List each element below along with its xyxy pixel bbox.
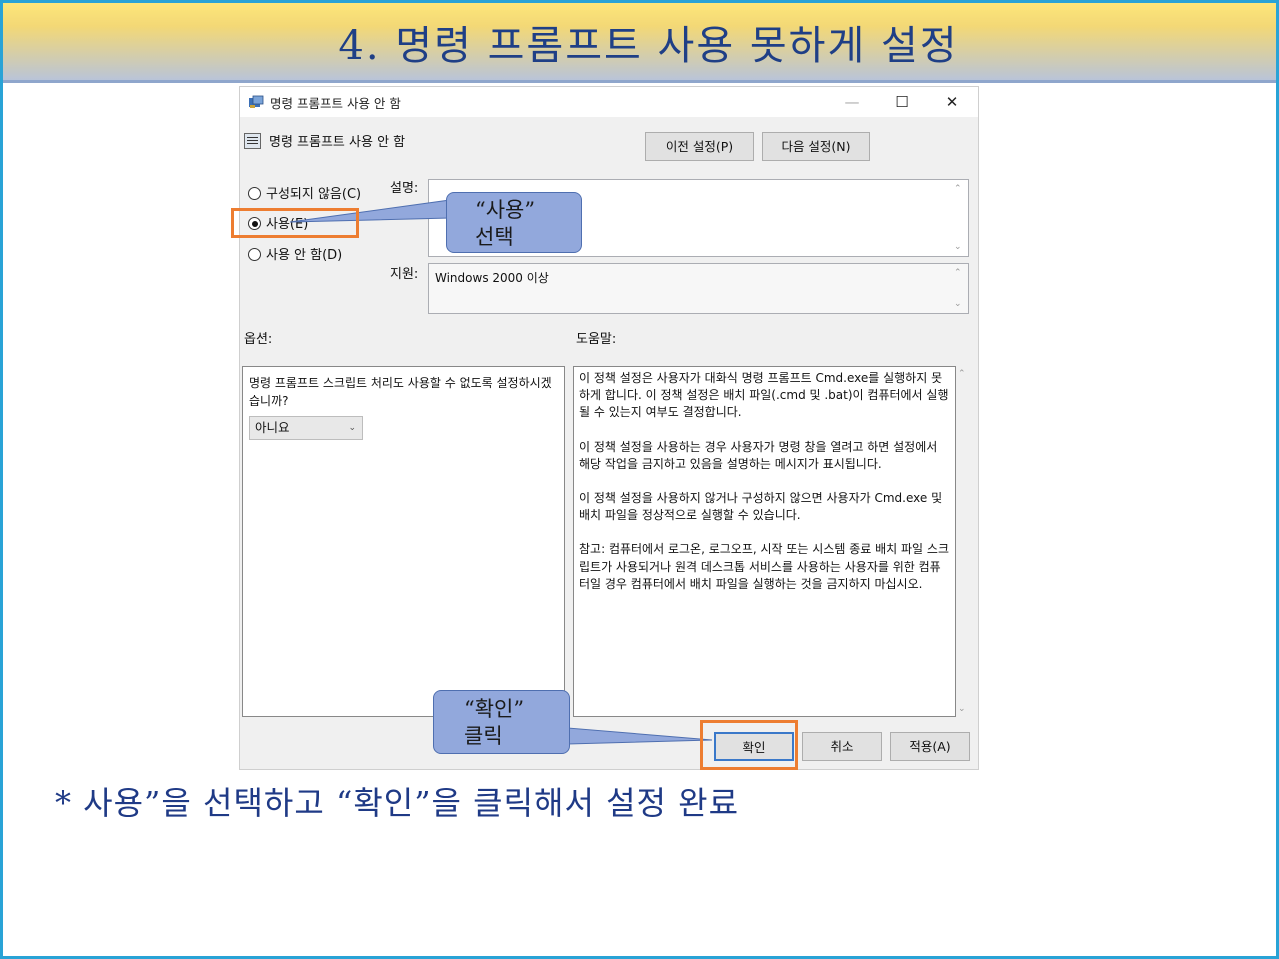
bottom-instruction: * 사용”을 선택하고 “확인”을 클릭해서 설정 완료 bbox=[55, 784, 740, 822]
radio-not-configured-label: 구성되지 않음(C) bbox=[266, 187, 362, 202]
option-dropdown[interactable]: 아니요 ⌄ bbox=[249, 416, 363, 440]
callout-click-ok: “확인” 클릭 bbox=[433, 690, 570, 754]
help-paragraph: 이 정책 설정을 사용하지 않거나 구성하지 않으면 사용자가 Cmd.exe … bbox=[579, 491, 943, 523]
policy-app-icon bbox=[249, 95, 264, 108]
callout-ok-line2: 클릭 bbox=[464, 724, 503, 748]
help-paragraph: 참고: 컴퓨터에서 로그온, 로그오프, 시작 또는 시스템 종료 배치 파일 … bbox=[579, 542, 949, 591]
scroll-up-icon[interactable]: ⌃ bbox=[958, 369, 970, 379]
radio-disabled-label: 사용 안 함(D) bbox=[266, 248, 343, 263]
callout-ok-line1: “확인” bbox=[464, 697, 525, 721]
next-setting-button[interactable]: 다음 설정(N) bbox=[762, 132, 870, 161]
options-label: 옵션: bbox=[244, 332, 273, 347]
policy-setting-icon bbox=[244, 133, 261, 149]
option-question: 명령 프롬프트 스크립트 처리도 사용할 수 없도록 설정하시겠습니까? bbox=[249, 376, 552, 408]
description-scrollbar[interactable]: ⌃ ⌄ bbox=[954, 184, 964, 252]
close-icon[interactable]: ✕ bbox=[934, 91, 970, 113]
cancel-button[interactable]: 취소 bbox=[802, 732, 882, 761]
highlight-ok-button bbox=[700, 720, 798, 770]
policy-dialog: 명령 프롬프트 사용 안 함 — ☐ ✕ 명령 프롬프트 사용 안 함 이전 설… bbox=[239, 86, 979, 770]
radio-not-configured[interactable]: 구성되지 않음(C) bbox=[248, 183, 361, 202]
supported-label: 지원: bbox=[390, 267, 419, 282]
supported-field: Windows 2000 이상 ⌃ ⌄ bbox=[428, 263, 969, 314]
help-panel: 이 정책 설정은 사용자가 대화식 명령 프롬프트 Cmd.exe를 실행하지 … bbox=[573, 366, 956, 717]
scroll-down-icon[interactable]: ⌄ bbox=[958, 704, 970, 714]
radio-disabled[interactable]: 사용 안 함(D) bbox=[248, 244, 342, 263]
option-dropdown-value: 아니요 bbox=[255, 420, 290, 435]
supported-value: Windows 2000 이상 bbox=[435, 271, 549, 285]
apply-button[interactable]: 적용(A) bbox=[890, 732, 970, 761]
scroll-up-icon[interactable]: ⌃ bbox=[954, 268, 964, 278]
radio-circle-icon bbox=[248, 248, 261, 261]
policy-name: 명령 프롬프트 사용 안 함 bbox=[269, 135, 406, 150]
callout-use-line2: 선택 bbox=[475, 225, 514, 249]
callout-select-enabled: “사용” 선택 bbox=[446, 192, 582, 253]
previous-setting-button[interactable]: 이전 설정(P) bbox=[645, 132, 754, 161]
scroll-down-icon[interactable]: ⌄ bbox=[954, 242, 964, 252]
window-titlebar[interactable]: 명령 프롬프트 사용 안 함 — ☐ ✕ bbox=[240, 87, 978, 117]
chevron-down-icon: ⌄ bbox=[348, 423, 356, 433]
slide-title-bar: 4. 명령 프롬프트 사용 못하게 설정 bbox=[3, 3, 1276, 83]
scroll-down-icon[interactable]: ⌄ bbox=[954, 299, 964, 309]
radio-circle-icon bbox=[248, 187, 261, 200]
highlight-enabled-radio bbox=[231, 208, 359, 238]
maximize-icon[interactable]: ☐ bbox=[884, 91, 920, 113]
help-scrollbar[interactable]: ⌃ ⌄ bbox=[958, 369, 970, 714]
policy-header: 명령 프롬프트 사용 안 함 bbox=[244, 131, 405, 150]
slide-title: 4. 명령 프롬프트 사용 못하게 설정 bbox=[338, 23, 959, 69]
help-paragraph: 이 정책 설정을 사용하는 경우 사용자가 명령 창을 열려고 하면 설정에서 … bbox=[579, 439, 938, 471]
help-label: 도움말: bbox=[576, 332, 617, 347]
minimize-icon[interactable]: — bbox=[834, 91, 870, 113]
options-panel: 명령 프롬프트 스크립트 처리도 사용할 수 없도록 설정하시겠습니까? 아니요… bbox=[242, 366, 565, 717]
window-title: 명령 프롬프트 사용 안 함 bbox=[270, 96, 401, 111]
supported-scrollbar[interactable]: ⌃ ⌄ bbox=[954, 268, 964, 309]
help-paragraph: 이 정책 설정은 사용자가 대화식 명령 프롬프트 Cmd.exe를 실행하지 … bbox=[579, 371, 949, 420]
description-label: 설명: bbox=[390, 181, 419, 196]
scroll-up-icon[interactable]: ⌃ bbox=[954, 184, 964, 194]
callout-use-line1: “사용” bbox=[475, 198, 536, 222]
